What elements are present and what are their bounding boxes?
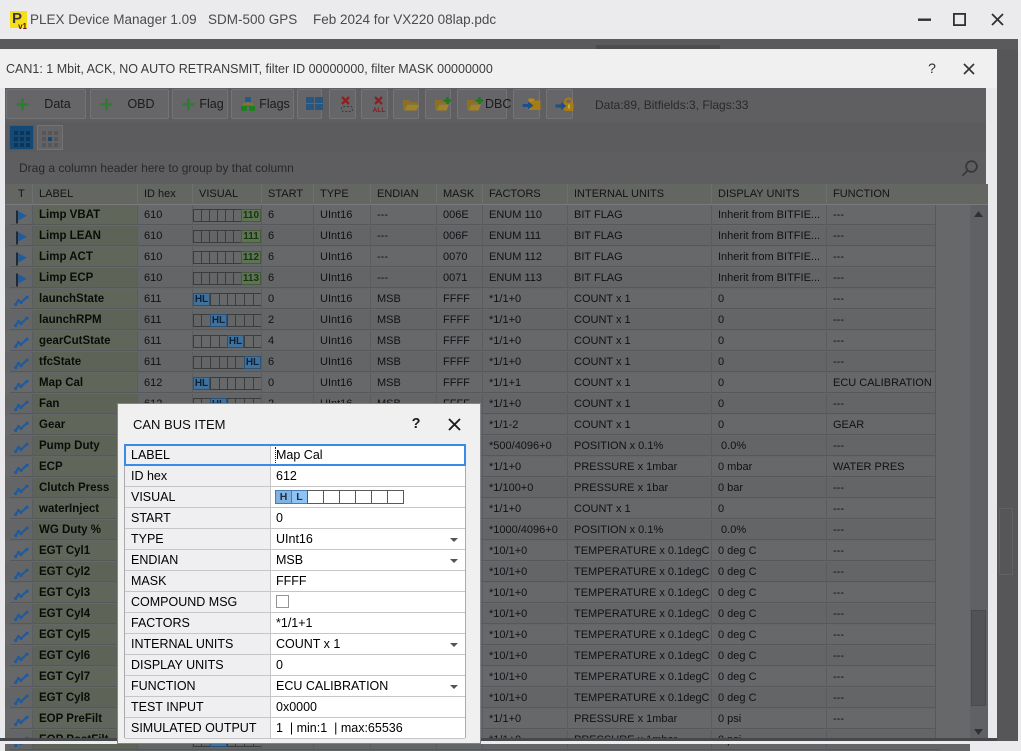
- svg-text:ALL: ALL: [373, 107, 386, 113]
